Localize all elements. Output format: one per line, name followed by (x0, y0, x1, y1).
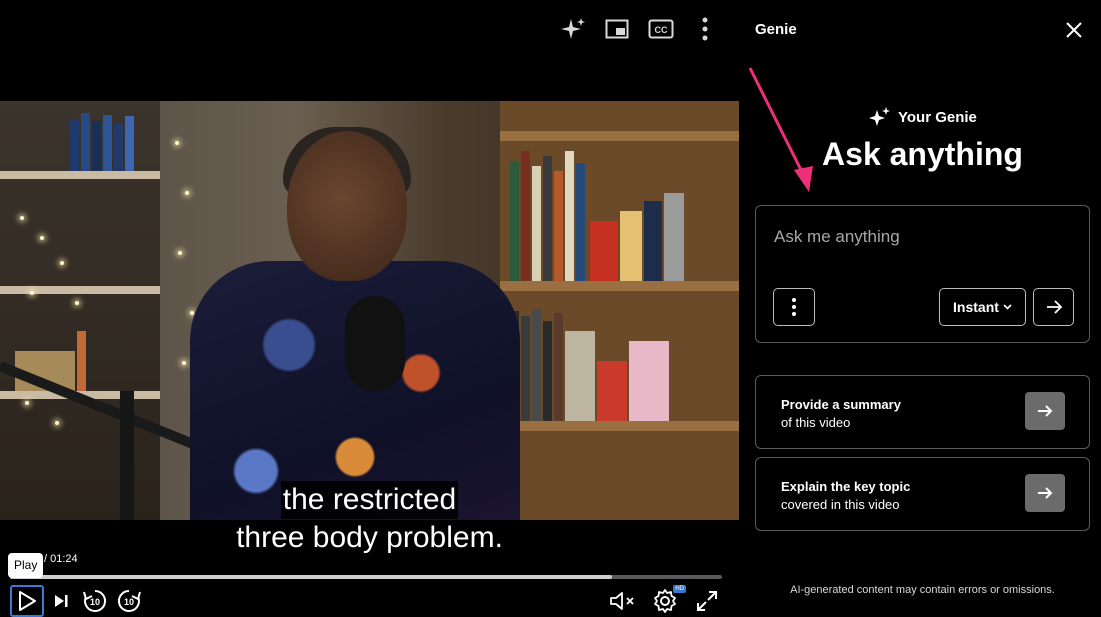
next-button[interactable] (44, 585, 78, 617)
mute-button[interactable] (606, 585, 640, 617)
suggestion-key-topic[interactable]: Explain the key topic covered in this vi… (755, 457, 1090, 531)
rewind-seconds: 10 (90, 597, 100, 607)
suggestion-go-button[interactable] (1025, 474, 1065, 512)
right-bookshelf (500, 101, 739, 520)
left-bookshelf (0, 101, 160, 520)
close-icon (1066, 22, 1082, 38)
forward-10-icon: 10 (117, 589, 141, 612)
chevron-down-icon (1003, 304, 1012, 310)
more-options-button[interactable] (773, 288, 815, 326)
mode-select[interactable]: Instant (939, 288, 1026, 326)
arrow-right-icon (1046, 300, 1062, 314)
fullscreen-icon (697, 591, 717, 611)
sparkle-icon (869, 107, 890, 126)
arrow-right-icon (1038, 487, 1053, 499)
suggestion-summary[interactable]: Provide a summary of this video (755, 375, 1090, 449)
ai-disclaimer: AI-generated content may contain errors … (790, 584, 1055, 596)
picture-in-picture-icon[interactable] (602, 14, 632, 44)
muted-speaker-icon (610, 592, 634, 610)
rewind-10-icon: 10 (83, 589, 107, 612)
video-frame[interactable] (0, 101, 739, 520)
app-root: CC the restricted three body problem. / … (0, 0, 1101, 617)
forward-10-button[interactable]: 10 (112, 585, 146, 617)
time-display: / 01:24 (44, 553, 78, 565)
play-button[interactable] (10, 585, 44, 617)
close-button[interactable] (1062, 18, 1086, 42)
genie-subtitle: Your Genie (868, 106, 977, 128)
fullscreen-button[interactable] (690, 585, 724, 617)
player-controls-left: 10 10 (10, 585, 146, 617)
ask-box: Instant (755, 205, 1090, 343)
suggestion-text: Provide a summary of this video (781, 396, 901, 432)
video-player: CC the restricted three body problem. / … (0, 0, 740, 617)
arrow-right-icon (1038, 405, 1053, 417)
progress-bar[interactable] (10, 575, 722, 579)
player-top-toolbar: CC (558, 14, 720, 44)
suggestion-line-1: Provide a summary (781, 397, 901, 412)
microphone (345, 296, 405, 391)
play-icon (19, 591, 36, 611)
progress-played (10, 575, 612, 579)
play-tooltip: Play (8, 553, 44, 578)
suggestion-line-2: covered in this video (781, 497, 900, 512)
person-head (287, 131, 407, 281)
hd-badge: HD (673, 585, 686, 593)
settings-button[interactable]: HD (648, 585, 686, 617)
caption-line-2: three body problem. (236, 521, 503, 554)
player-controls-right: HD (606, 585, 724, 617)
skip-next-icon (55, 595, 68, 607)
suggestion-text: Explain the key topic covered in this vi… (781, 478, 910, 514)
forward-seconds: 10 (124, 597, 134, 607)
closed-captions-icon[interactable]: CC (646, 14, 676, 44)
send-button[interactable] (1033, 288, 1074, 326)
mode-select-label: Instant (953, 299, 999, 315)
rewind-10-button[interactable]: 10 (78, 585, 112, 617)
subtitles: the restricted three body problem. (0, 481, 739, 557)
sparkle-icon[interactable] (558, 14, 588, 44)
caption-line-1: the restricted (280, 481, 459, 519)
more-vertical-icon[interactable] (690, 14, 720, 44)
annotation-arrow-icon (748, 67, 813, 192)
suggestion-line-1: Explain the key topic (781, 479, 911, 494)
suggestion-go-button[interactable] (1025, 392, 1065, 430)
panel-title: Genie (755, 21, 797, 38)
genie-subtitle-text: Your Genie (898, 108, 977, 126)
suggestion-line-2: of this video (781, 415, 851, 430)
more-vertical-icon (792, 298, 796, 316)
cc-label: CC (655, 25, 668, 35)
ask-input[interactable] (774, 224, 1069, 250)
genie-headline: Ask anything (822, 136, 1023, 172)
genie-panel: Genie Your Genie Ask anything Instant (740, 0, 1101, 617)
